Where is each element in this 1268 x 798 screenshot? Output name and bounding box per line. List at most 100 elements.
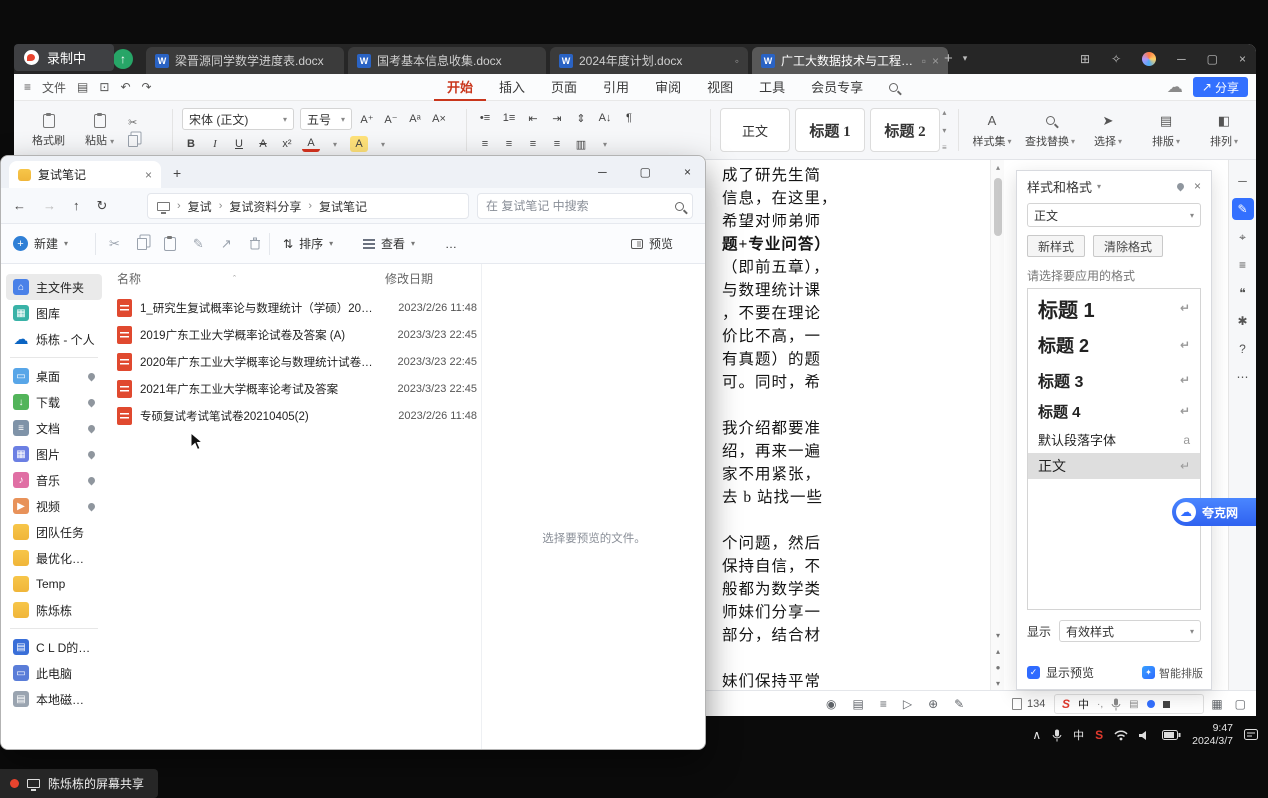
cloud-sync-icon[interactable]: ☁ xyxy=(1167,77,1183,97)
sidebar-item-folder[interactable]: 团队任务 xyxy=(6,519,102,545)
maximize-button[interactable]: ▢ xyxy=(1207,52,1218,66)
style-item-default-font[interactable]: 默认段落字体a xyxy=(1028,426,1200,453)
bullet-list-icon[interactable]: •≡ xyxy=(476,108,494,128)
undo-icon[interactable]: ↶ xyxy=(120,80,130,94)
tab-close-icon[interactable]: × xyxy=(932,54,939,68)
font-color-caret-icon[interactable]: ▾ xyxy=(326,134,344,154)
toolbox-icon[interactable] xyxy=(1163,701,1170,708)
doc-tab[interactable]: W梁晋源同学数学进度表.docx xyxy=(146,47,344,74)
sort-button[interactable]: ⇅ 排序 ▾ xyxy=(283,224,333,263)
page-layout-icon[interactable]: ▤ xyxy=(852,697,863,711)
align-right-icon[interactable]: ≡ xyxy=(524,134,542,154)
proofread-icon[interactable]: ◉ xyxy=(826,697,836,711)
increase-indent-icon[interactable]: ⇥ xyxy=(548,108,566,128)
explorer-tab[interactable]: 复试笔记 × xyxy=(9,161,161,188)
help-icon[interactable]: ? xyxy=(1232,338,1254,360)
refresh-icon[interactable]: ↻ xyxy=(97,198,108,214)
view-grid-icon[interactable]: ▦ xyxy=(1211,697,1222,711)
select-tool[interactable]: ➤选择▾ xyxy=(1080,107,1136,155)
input-mode-chinese[interactable]: 中 xyxy=(1078,696,1089,712)
web-layout-icon[interactable]: ⊕ xyxy=(928,697,938,711)
justify-icon[interactable]: ≡ xyxy=(548,134,566,154)
superscript-button[interactable]: x² xyxy=(278,134,296,154)
support-icon[interactable]: ✧ xyxy=(1111,52,1121,66)
sort-icon[interactable]: A↓ xyxy=(596,108,614,128)
tab-dot-icon[interactable]: ◦ xyxy=(735,54,739,68)
minimize-button[interactable]: ─ xyxy=(1177,52,1186,66)
search-icon[interactable] xyxy=(876,75,911,101)
quark-netdisk-button[interactable]: ☁ 夸克网 xyxy=(1172,498,1256,526)
input-language-icon[interactable]: 中 xyxy=(1073,727,1084,743)
wifi-icon[interactable] xyxy=(1114,730,1128,741)
maximize-button[interactable]: ▢ xyxy=(640,165,651,179)
style-item-body-selected[interactable]: 正文↵ xyxy=(1028,453,1200,479)
arrange-tool[interactable]: ◧排列▾ xyxy=(1196,107,1252,155)
sogou-logo[interactable]: S xyxy=(1062,697,1070,711)
fullscreen-icon[interactable]: ▢ xyxy=(1235,697,1246,711)
more-tools-icon[interactable]: ⋯ xyxy=(1232,366,1254,388)
decrease-indent-icon[interactable]: ⇤ xyxy=(524,108,542,128)
sidebar-item-enterprise[interactable]: ▤C L D的企业 xyxy=(6,634,102,660)
read-mode-icon[interactable]: ▷ xyxy=(903,697,912,711)
new-tab-button[interactable]: + xyxy=(944,50,953,67)
cut-icon[interactable]: ✂ xyxy=(128,116,138,129)
doc-tab-active[interactable]: W广工大数据技术与工程复试基▫× xyxy=(752,47,948,74)
view-button[interactable]: 查看 ▾ xyxy=(363,224,415,263)
close-panel-icon[interactable]: × xyxy=(1194,179,1201,193)
file-row[interactable]: 2021年广东工业大学概率论考试及答案2023/3/23 22:45 xyxy=(113,375,481,402)
tab-close-icon[interactable]: × xyxy=(145,168,152,182)
font-color-button[interactable]: A xyxy=(302,136,320,152)
sidebar-item-pictures[interactable]: ▦图片 xyxy=(6,441,102,467)
keyboard-icon[interactable]: ▤ xyxy=(1129,699,1138,710)
new-tab-button[interactable]: + xyxy=(173,165,181,181)
pin-panel-icon[interactable] xyxy=(1176,181,1186,191)
shrink-font-icon[interactable]: A⁻ xyxy=(382,109,400,129)
delete-icon[interactable] xyxy=(249,237,261,250)
sidebar-item-local-disk-c[interactable]: ▤本地磁盘 (C:) xyxy=(6,686,102,712)
more-options-button[interactable]: … xyxy=(445,224,457,263)
clock[interactable]: 9:47 2024/3/7 xyxy=(1192,722,1233,748)
tab-member[interactable]: 会员专享 xyxy=(798,75,876,101)
preview-toggle[interactable]: 预览 xyxy=(631,224,673,263)
tab-insert[interactable]: 插入 xyxy=(486,75,538,101)
font-size-combo[interactable]: 五号▾ xyxy=(300,108,352,130)
sidebar-item-this-pc[interactable]: ▭此电脑 xyxy=(6,660,102,686)
strikethrough-button[interactable]: A xyxy=(254,134,272,154)
copy-icon[interactable] xyxy=(128,135,138,147)
typeset-tool[interactable]: ▤排版▾ xyxy=(1138,107,1194,155)
doc-tab[interactable]: W2024年度计划.docx◦ xyxy=(550,47,748,74)
next-page-icon[interactable]: ▾ xyxy=(996,679,1000,688)
show-styles-combo[interactable]: 有效样式▾ xyxy=(1059,620,1201,642)
minimize-button[interactable]: ─ xyxy=(598,165,607,179)
search-input[interactable] xyxy=(486,199,669,213)
breadcrumb[interactable]: › 复试 › 复试资料分享 › 复试笔记 xyxy=(147,193,469,219)
back-icon[interactable]: ← xyxy=(13,198,26,213)
phonetic-guide-icon[interactable]: Aᵃ xyxy=(406,109,424,129)
sidebar-item-folder[interactable]: Temp xyxy=(6,571,102,597)
sidebar-item-home[interactable]: ⌂主文件夹 xyxy=(6,274,102,300)
style-item-heading3[interactable]: 标题 3↵ xyxy=(1028,363,1200,396)
paragraph-more-caret-icon[interactable]: ▾ xyxy=(596,134,614,154)
crumb-biji[interactable]: 复试笔记 xyxy=(319,198,367,215)
paste-icon[interactable] xyxy=(164,237,176,251)
search-box[interactable] xyxy=(477,193,693,219)
new-button[interactable]: + 新建 ▾ xyxy=(13,224,68,263)
new-style-button[interactable]: 新样式 xyxy=(1027,235,1085,257)
highlight-button[interactable]: A xyxy=(350,136,368,152)
tab-restore-icon[interactable]: ▫ xyxy=(922,54,926,68)
current-style-combo[interactable]: 正文▾ xyxy=(1027,203,1201,227)
file-row[interactable]: 1_研究生复试概率论与数理统计（学硕）202104022023/2/26 11:… xyxy=(113,294,481,321)
sidebar-item-folder[interactable]: 最优化系统 xyxy=(6,545,102,571)
document-scrollbar[interactable]: ▴ ▾ ▴ ● ▾ xyxy=(990,160,1004,690)
sidebar-item-onedrive[interactable]: ☁烁栋 - 个人 xyxy=(6,326,102,352)
tab-home[interactable]: 开始 xyxy=(434,75,486,101)
column-date-modified[interactable]: 修改日期 xyxy=(385,270,433,287)
gallery-menu-icon[interactable]: ≡ xyxy=(942,143,947,152)
share-button[interactable]: ↗分享 xyxy=(1193,77,1248,97)
print-icon[interactable]: ⊡ xyxy=(99,80,109,94)
style-heading1[interactable]: 标题 1 xyxy=(795,108,865,152)
style-set-tool[interactable]: A样式集▾ xyxy=(964,107,1020,155)
save-icon[interactable]: ▤ xyxy=(77,80,88,94)
forward-icon[interactable]: → xyxy=(43,198,56,213)
share-icon[interactable]: ↗ xyxy=(221,236,232,252)
